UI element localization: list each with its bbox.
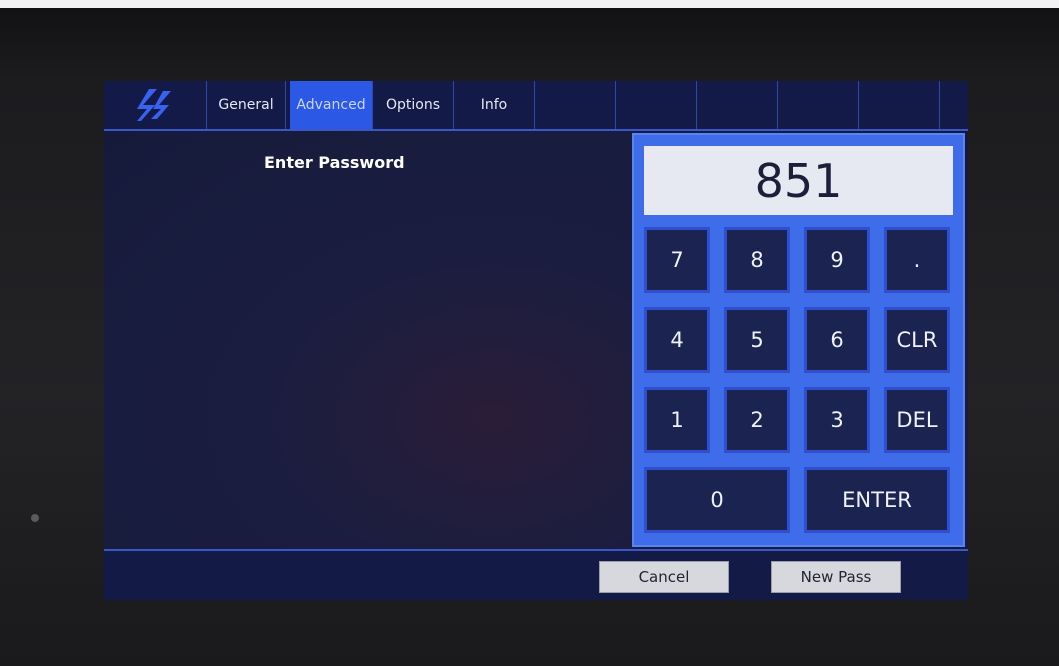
- key-4[interactable]: 4: [644, 307, 710, 373]
- tab-empty-2: [616, 81, 697, 129]
- key-0[interactable]: 0: [644, 467, 790, 533]
- key-9[interactable]: 9: [804, 227, 870, 293]
- key-5[interactable]: 5: [724, 307, 790, 373]
- password-display: 851: [644, 146, 953, 215]
- key-6[interactable]: 6: [804, 307, 870, 373]
- key-1[interactable]: 1: [644, 387, 710, 453]
- tab-options[interactable]: Options: [373, 81, 454, 129]
- password-prompt-label: Enter Password: [264, 153, 405, 172]
- tab-empty-5: [859, 81, 940, 129]
- key-3[interactable]: 3: [804, 387, 870, 453]
- numeric-keypad: 851 7 8 9 . 4 5 6 CLR 1 2 3 DEL 0 ENTER: [632, 133, 965, 547]
- power-led: [31, 514, 39, 522]
- tab-empty-1: [535, 81, 616, 129]
- key-decimal[interactable]: .: [884, 227, 950, 293]
- tab-bar: General Advanced Options Info: [104, 81, 968, 131]
- key-delete[interactable]: DEL: [884, 387, 950, 453]
- bezel-top-edge: [0, 0, 1059, 8]
- tab-empty-3: [697, 81, 778, 129]
- cancel-button[interactable]: Cancel: [599, 561, 729, 593]
- new-pass-button[interactable]: New Pass: [771, 561, 901, 593]
- key-enter[interactable]: ENTER: [804, 467, 950, 533]
- key-clear[interactable]: CLR: [884, 307, 950, 373]
- tab-advanced[interactable]: Advanced: [290, 81, 373, 129]
- touch-screen: General Advanced Options Info Enter Pass…: [104, 81, 968, 600]
- key-7[interactable]: 7: [644, 227, 710, 293]
- tab-empty-4: [778, 81, 859, 129]
- key-2[interactable]: 2: [724, 387, 790, 453]
- brand-logo-icon: [104, 81, 207, 129]
- tab-general[interactable]: General: [207, 81, 286, 129]
- key-8[interactable]: 8: [724, 227, 790, 293]
- tab-info[interactable]: Info: [454, 81, 535, 129]
- bottom-action-bar: Cancel New Pass: [104, 549, 968, 600]
